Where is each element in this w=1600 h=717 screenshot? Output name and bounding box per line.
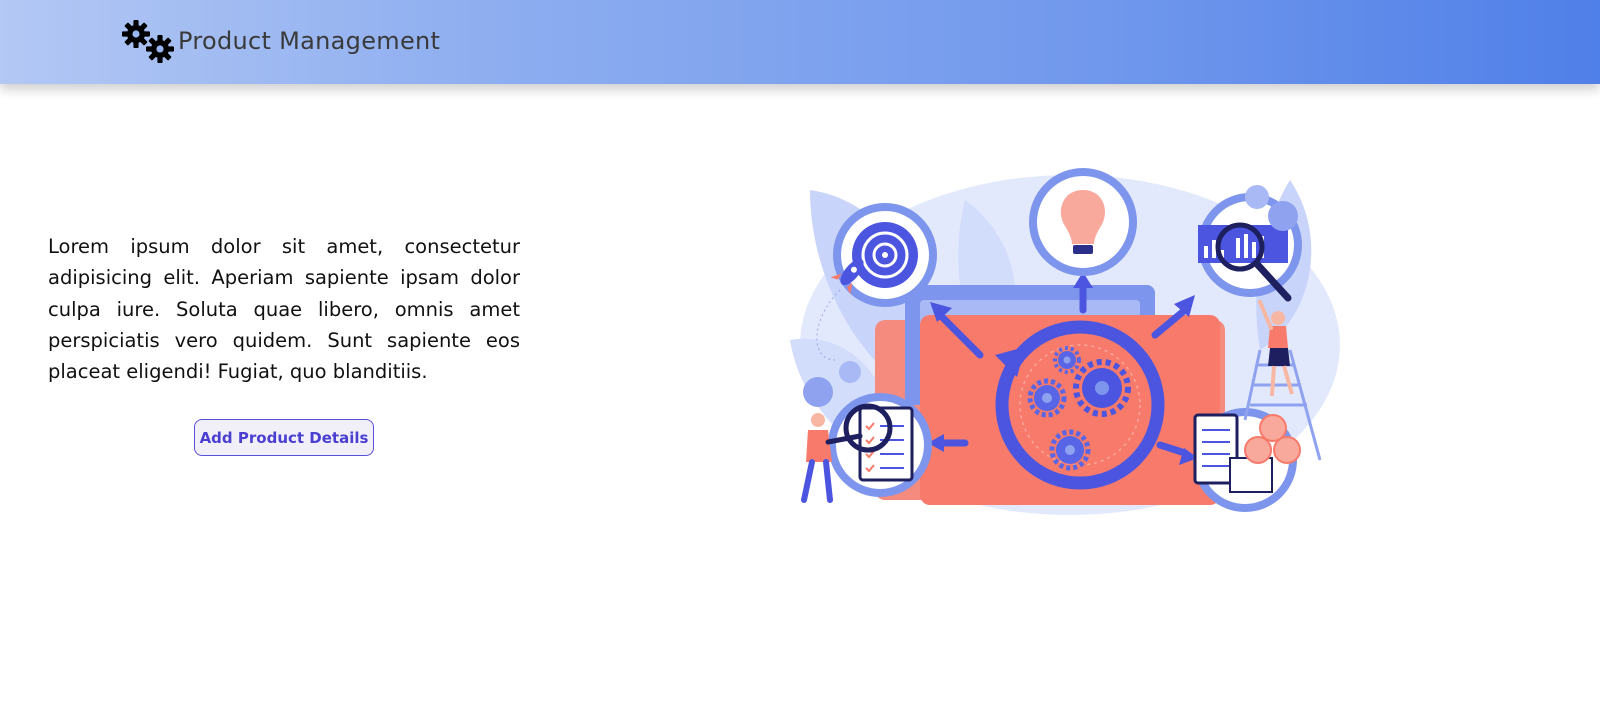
brand[interactable]: Product Management: [122, 18, 440, 64]
intro-paragraph: Lorem ipsum dolor sit amet, consectetur …: [48, 235, 520, 384]
app-title: Product Management: [178, 27, 441, 55]
gears-icon: [122, 18, 176, 64]
add-product-details-button[interactable]: Add Product Details: [194, 419, 374, 456]
product-management-illustration: [790, 160, 1350, 530]
center-gear-bottom: [1049, 429, 1091, 471]
navbar: Product Management: [0, 0, 1600, 84]
